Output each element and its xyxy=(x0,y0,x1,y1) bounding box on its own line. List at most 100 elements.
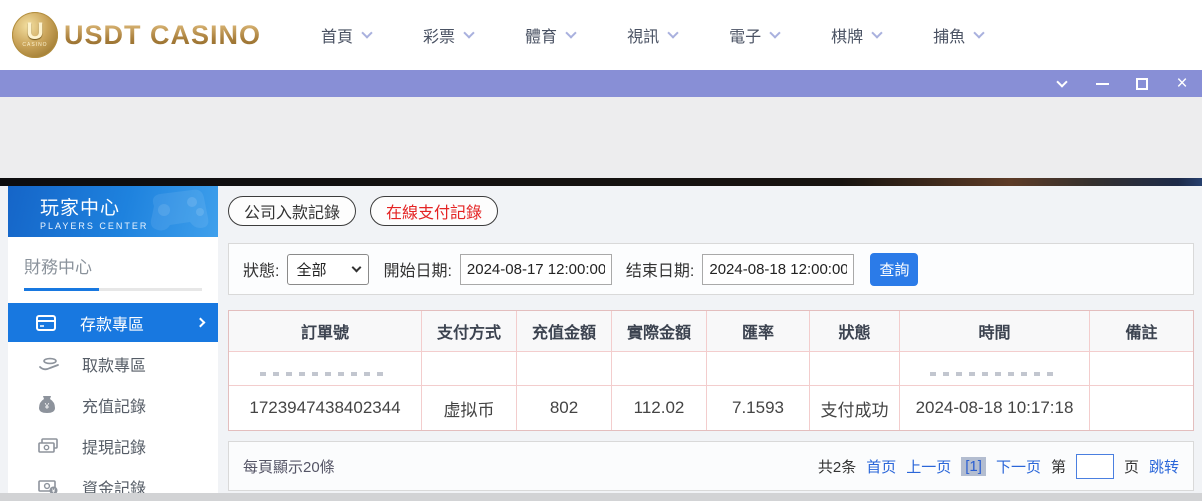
record-tabs: 公司入款記錄 在線支付記錄 xyxy=(228,196,1194,226)
col-note: 備註 xyxy=(1125,325,1158,342)
chevron-down-icon xyxy=(871,27,883,39)
sidebar-item-withdraw[interactable]: 取款專區 xyxy=(8,344,218,383)
logo[interactable]: U CASINO USDT CASINO xyxy=(12,12,261,58)
col-pay-method: 支付方式 xyxy=(422,311,517,351)
table-footer: 每頁顯示20條 共2条 首页 上一页 [1] 下一页 第 页 跳转 xyxy=(228,441,1194,491)
chevron-down-icon xyxy=(565,27,577,39)
cell-order-no: 1723947438402344 xyxy=(229,386,422,430)
banknotes-icon xyxy=(38,436,60,456)
first-page-link[interactable]: 首页 xyxy=(866,456,896,477)
current-page-indicator: [1] xyxy=(961,456,986,476)
nav-item-fishing[interactable]: 捕魚 xyxy=(933,23,985,47)
sidebar-item-label: 充值記錄 xyxy=(82,398,147,416)
chevron-down-icon xyxy=(769,27,781,39)
col-order-no: 訂單號 xyxy=(229,311,422,351)
jump-prefix: 第 xyxy=(1050,458,1066,476)
cell-actual-amount: 112.02 xyxy=(612,386,707,430)
logo-badge-text: CASINO xyxy=(22,42,48,48)
sidebar-item-label: 取款專區 xyxy=(82,357,147,375)
nav-item-sports[interactable]: 體育 xyxy=(525,23,577,47)
cell-rate: 7.1593 xyxy=(707,386,810,430)
chevron-down-icon xyxy=(463,27,475,39)
table-header-row: 訂單號 支付方式 充值金額 實際金額 匯率 狀態 時間 備註 xyxy=(229,311,1193,352)
collapse-icon[interactable] xyxy=(1054,76,1070,92)
sidebar-item-label: 存款專區 xyxy=(80,316,145,334)
jump-suffix: 页 xyxy=(1123,458,1139,476)
table-row: 1723947438402344 虚拟币 802 112.02 7.1593 支… xyxy=(229,386,1193,430)
window-titlebar: × xyxy=(0,70,1202,97)
site-title: USDT CASINO xyxy=(64,19,262,50)
end-date-input[interactable] xyxy=(702,253,855,285)
start-date-input[interactable] xyxy=(459,253,612,285)
bottom-strip xyxy=(0,493,1202,501)
table-row-clipped xyxy=(229,352,1193,386)
page-size-text: 每頁顯示20條 xyxy=(243,458,335,476)
sidebar-item-withdrawal-records[interactable]: 提現記錄 xyxy=(8,426,218,465)
section-underline xyxy=(24,288,202,291)
hand-coins-icon xyxy=(38,354,60,374)
main-nav: 首頁 彩票 體育 視訊 電子 棋牌 捕魚 xyxy=(321,23,985,47)
money-bag-icon: ¥ xyxy=(38,395,60,415)
status-label: 狀態: xyxy=(243,263,280,280)
tab-online-payment-records[interactable]: 在線支付記錄 xyxy=(370,196,499,226)
nav-item-lottery[interactable]: 彩票 xyxy=(423,23,475,47)
status-select[interactable]: 全部 xyxy=(287,253,370,285)
chevron-down-icon xyxy=(352,262,362,273)
filter-bar: 狀態: 全部 開始日期: 结束日期: 查詢 xyxy=(228,243,1194,295)
close-icon[interactable]: × xyxy=(1174,74,1190,93)
jump-button[interactable]: 跳转 xyxy=(1149,456,1179,477)
logo-icon: U CASINO xyxy=(12,12,58,58)
finance-section-label: 財務中心 xyxy=(24,258,92,277)
clipped-row-text xyxy=(260,372,390,376)
cell-note xyxy=(1090,386,1193,430)
finance-section: 財務中心 xyxy=(8,237,218,291)
next-page-link[interactable]: 下一页 xyxy=(996,456,1041,477)
nav-item-live[interactable]: 視訊 xyxy=(627,23,679,47)
col-time: 時間 xyxy=(900,311,1090,351)
site-header: U CASINO USDT CASINO 首頁 彩票 體育 視訊 電子 棋牌 捕… xyxy=(0,0,1202,70)
sidebar-menu: 存款專區 取款專區 ¥ 充值記錄 提現記錄 ¥ 資金記錄 xyxy=(8,303,218,493)
minimize-icon[interactable] xyxy=(1094,76,1110,92)
chevron-down-icon xyxy=(361,27,373,39)
chevron-down-icon xyxy=(973,27,985,39)
content-area: 公司入款記錄 在線支付記錄 狀態: 全部 開始日期: 结束日期: 查詢 訂單號 … xyxy=(228,186,1194,491)
card-icon xyxy=(36,313,58,333)
col-status: 狀態 xyxy=(810,311,900,351)
gamepad-icon xyxy=(150,189,209,231)
records-table: 訂單號 支付方式 充值金額 實際金額 匯率 狀態 時間 備註 172394743… xyxy=(228,310,1194,431)
sidebar-item-deposit[interactable]: 存款專區 xyxy=(8,303,218,342)
sidebar-item-funds-records[interactable]: ¥ 資金記錄 xyxy=(8,467,218,493)
page-number-input[interactable] xyxy=(1075,453,1114,479)
cell-time: 2024-08-18 10:17:18 xyxy=(900,386,1090,430)
search-button[interactable]: 查詢 xyxy=(870,252,919,286)
tab-company-deposit-records[interactable]: 公司入款記錄 xyxy=(228,196,357,226)
sidebar-item-recharge-records[interactable]: ¥ 充值記錄 xyxy=(8,385,218,424)
sidebar-item-label: 資金記錄 xyxy=(82,480,147,494)
cell-recharge-amount: 802 xyxy=(517,386,612,430)
end-date-label: 结束日期: xyxy=(625,263,695,280)
nav-item-home[interactable]: 首頁 xyxy=(321,23,373,47)
sidebar-item-label: 提現記錄 xyxy=(82,439,147,457)
chevron-right-icon xyxy=(195,317,206,328)
cell-pay-method: 虚拟币 xyxy=(422,386,517,430)
svg-text:¥: ¥ xyxy=(44,402,50,411)
cell-status: 支付成功 xyxy=(810,386,900,430)
main-area: 玩家中心 PLAYERS CENTER 財務中心 存款專區 取款專區 ¥ 充值記… xyxy=(0,186,1202,501)
col-recharge-amount: 充值金額 xyxy=(517,311,612,351)
clipped-row-text xyxy=(929,372,1060,376)
sidebar: 玩家中心 PLAYERS CENTER 財務中心 存款專區 取款專區 ¥ 充值記… xyxy=(8,186,218,493)
col-rate: 匯率 xyxy=(707,311,810,351)
start-date-label: 開始日期: xyxy=(383,263,452,280)
cash-coin-icon: ¥ xyxy=(38,477,60,493)
nav-item-slots[interactable]: 電子 xyxy=(729,23,781,47)
logo-monogram: U xyxy=(26,18,44,45)
empty-content-area xyxy=(0,97,1202,178)
maximize-icon[interactable] xyxy=(1134,76,1150,92)
divider-band xyxy=(0,178,1202,186)
players-center-header: 玩家中心 PLAYERS CENTER xyxy=(8,186,218,237)
nav-item-boardgames[interactable]: 棋牌 xyxy=(831,23,883,47)
total-count: 共2条 xyxy=(817,458,857,476)
prev-page-link[interactable]: 上一页 xyxy=(906,456,951,477)
pagination: 共2条 首页 上一页 [1] 下一页 第 页 跳转 xyxy=(817,453,1179,479)
col-actual-amount: 實際金額 xyxy=(612,311,707,351)
